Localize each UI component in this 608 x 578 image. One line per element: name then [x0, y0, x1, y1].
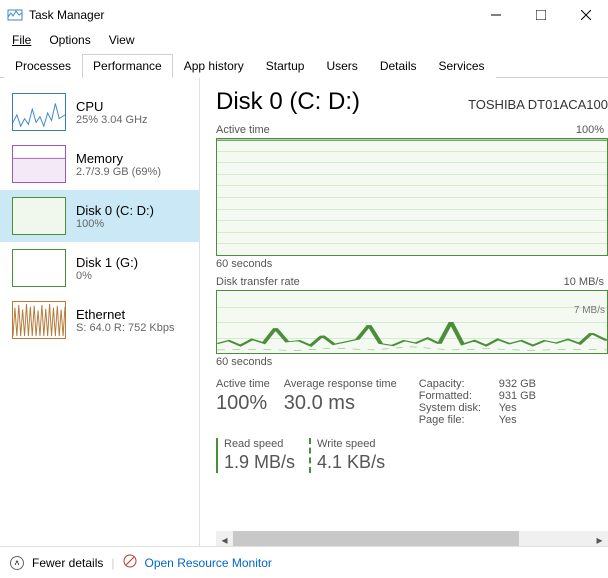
- sidebar: CPU 25% 3.04 GHz Memory 2.7/3.9 GB (69%)…: [0, 78, 200, 548]
- sidebar-item-sub: 100%: [76, 218, 154, 230]
- menu-file[interactable]: File: [4, 31, 39, 49]
- avg-resp-label: Average response time: [284, 378, 397, 390]
- read-label: Read speed: [224, 438, 295, 450]
- tabs: Processes Performance App history Startu…: [0, 53, 608, 78]
- ethernet-thumb: [12, 301, 66, 339]
- minimize-button[interactable]: [473, 0, 518, 29]
- tab-performance[interactable]: Performance: [82, 54, 173, 78]
- page-title: Disk 0 (C: D:): [216, 88, 360, 116]
- menubar: File Options View: [0, 29, 608, 51]
- chart1-label: Active time: [216, 124, 270, 136]
- disk0-thumb: [12, 197, 66, 235]
- capacity-k: Capacity:: [419, 378, 499, 390]
- read-value: 1.9 MB/s: [224, 452, 295, 473]
- tab-app-history[interactable]: App history: [173, 54, 255, 78]
- formatted-k: Formatted:: [419, 390, 499, 402]
- pagefile-k: Page file:: [419, 414, 499, 426]
- window-buttons: [473, 0, 608, 29]
- sidebar-item-sub: 2.7/3.9 GB (69%): [76, 166, 161, 178]
- active-time-label: Active time: [216, 378, 270, 390]
- sidebar-item-label: Ethernet: [76, 307, 174, 322]
- active-time-value: 100%: [216, 392, 270, 415]
- chart1-right: 100%: [576, 124, 604, 136]
- chart2-right: 10 MB/s: [564, 276, 604, 288]
- pagefile-v: Yes: [499, 414, 517, 426]
- sidebar-item-memory[interactable]: Memory 2.7/3.9 GB (69%): [0, 138, 199, 190]
- avg-resp-value: 30.0 ms: [284, 392, 397, 415]
- sidebar-item-label: Disk 1 (G:): [76, 255, 138, 270]
- titlebar: Task Manager: [0, 0, 608, 29]
- chart1-xaxis: 60 seconds: [216, 258, 272, 270]
- tab-processes[interactable]: Processes: [4, 54, 82, 78]
- tab-details[interactable]: Details: [369, 54, 428, 78]
- maximize-button[interactable]: [518, 0, 563, 29]
- app-icon: [7, 7, 23, 23]
- chart2-label: Disk transfer rate: [216, 276, 300, 288]
- active-time-chart: [216, 138, 608, 256]
- resmon-icon: [123, 554, 137, 571]
- sysdisk-k: System disk:: [419, 402, 499, 414]
- fewer-details-link[interactable]: Fewer details: [32, 556, 103, 570]
- sysdisk-v: Yes: [499, 402, 517, 414]
- sidebar-item-cpu[interactable]: CPU 25% 3.04 GHz: [0, 86, 199, 138]
- content: CPU 25% 3.04 GHz Memory 2.7/3.9 GB (69%)…: [0, 78, 608, 548]
- open-resource-monitor-link[interactable]: Open Resource Monitor: [145, 556, 272, 570]
- sidebar-item-label: Memory: [76, 151, 161, 166]
- chart2-xaxis: 60 seconds: [216, 356, 272, 368]
- disk-model: TOSHIBA DT01ACA100: [468, 97, 608, 112]
- main-panel: Disk 0 (C: D:) TOSHIBA DT01ACA100 Active…: [200, 78, 608, 548]
- transfer-rate-chart: 7 MB/s: [216, 290, 608, 354]
- sidebar-item-label: Disk 0 (C: D:): [76, 203, 154, 218]
- tab-users[interactable]: Users: [315, 54, 368, 78]
- tab-startup[interactable]: Startup: [255, 54, 316, 78]
- cpu-thumb: [12, 93, 66, 131]
- footer: ˄ Fewer details | Open Resource Monitor: [0, 546, 608, 578]
- menu-options[interactable]: Options: [41, 31, 98, 49]
- tab-services[interactable]: Services: [428, 54, 496, 78]
- sidebar-item-sub: 25% 3.04 GHz: [76, 114, 148, 126]
- disk1-thumb: [12, 249, 66, 287]
- write-label: Write speed: [317, 438, 385, 450]
- menu-view[interactable]: View: [101, 31, 143, 49]
- window-title: Task Manager: [29, 8, 473, 22]
- sidebar-item-sub: 0%: [76, 270, 138, 282]
- sidebar-item-disk1[interactable]: Disk 1 (G:) 0%: [0, 242, 199, 294]
- memory-thumb: [12, 145, 66, 183]
- stats-row: Active time 100% Average response time 3…: [216, 378, 608, 426]
- write-value: 4.1 KB/s: [317, 452, 385, 473]
- close-button[interactable]: [563, 0, 608, 29]
- read-write-row: Read speed 1.9 MB/s Write speed 4.1 KB/s: [216, 438, 608, 473]
- sidebar-item-disk0[interactable]: Disk 0 (C: D:) 100%: [0, 190, 199, 242]
- chevron-up-icon[interactable]: ˄: [10, 556, 24, 570]
- sidebar-item-ethernet[interactable]: Ethernet S: 64.0 R: 752 Kbps: [0, 294, 199, 346]
- formatted-v: 931 GB: [499, 390, 536, 402]
- sidebar-item-label: CPU: [76, 99, 148, 114]
- sidebar-item-sub: S: 64.0 R: 752 Kbps: [76, 322, 174, 334]
- capacity-v: 932 GB: [499, 378, 536, 390]
